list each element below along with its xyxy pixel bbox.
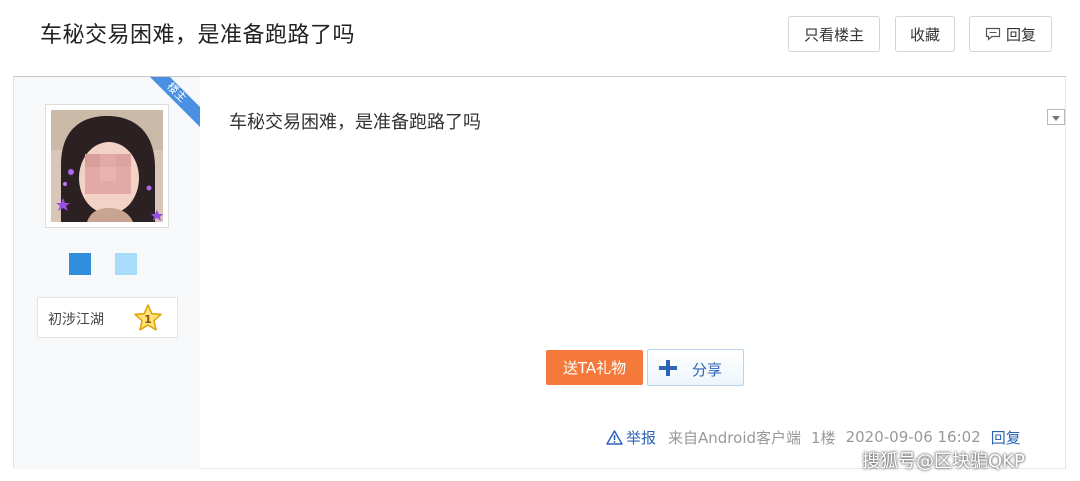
op-badge: 楼主 [148, 77, 200, 129]
report-label: 举报 [626, 428, 657, 447]
post-time: 2020-09-06 16:02 [845, 428, 981, 446]
thread-header: 车秘交易困难，是准备跑路了吗 只看楼主 收藏 回复 [0, 0, 1080, 76]
floor-number: 1楼 [811, 428, 836, 447]
send-gift-button[interactable]: 送TA礼物 [546, 350, 643, 385]
thread-title: 车秘交易困难，是准备跑路了吗 [40, 23, 356, 48]
level-star-icon: 1 [134, 304, 162, 331]
triangle-down-icon [1052, 116, 1060, 121]
warning-icon [606, 429, 623, 445]
watermark: 搜狐号@区块骗QKP [862, 451, 1025, 472]
avatar[interactable] [51, 110, 163, 222]
plus-icon [659, 360, 677, 376]
comment-icon [985, 27, 1001, 41]
level-number: 1 [144, 313, 152, 326]
level-icon-primary[interactable] [69, 253, 91, 275]
post-content: 车秘交易困难，是准备跑路了吗 [229, 112, 481, 133]
post-source: 来自Android客户端 [668, 428, 802, 447]
level-name: 初涉江湖 [48, 312, 104, 328]
share-button[interactable]: 分享 [647, 349, 744, 386]
user-level-box[interactable]: 初涉江湖 1 [37, 297, 178, 338]
share-button-label: 分享 [692, 361, 723, 379]
floor-reply-link[interactable]: 回复 [991, 427, 1021, 448]
favorite-button[interactable]: 收藏 [895, 16, 955, 52]
report-link[interactable]: 举报 [606, 427, 656, 448]
reply-button[interactable]: 回复 [969, 16, 1052, 52]
reply-button-label: 回复 [1005, 25, 1036, 44]
level-icon-secondary[interactable] [115, 253, 137, 275]
collapse-toggle[interactable] [1047, 109, 1065, 125]
only-author-button[interactable]: 只看楼主 [788, 16, 880, 52]
post-meta: 举报 来自Android客户端 1楼 2020-09-06 16:02 回复 [606, 427, 1021, 447]
